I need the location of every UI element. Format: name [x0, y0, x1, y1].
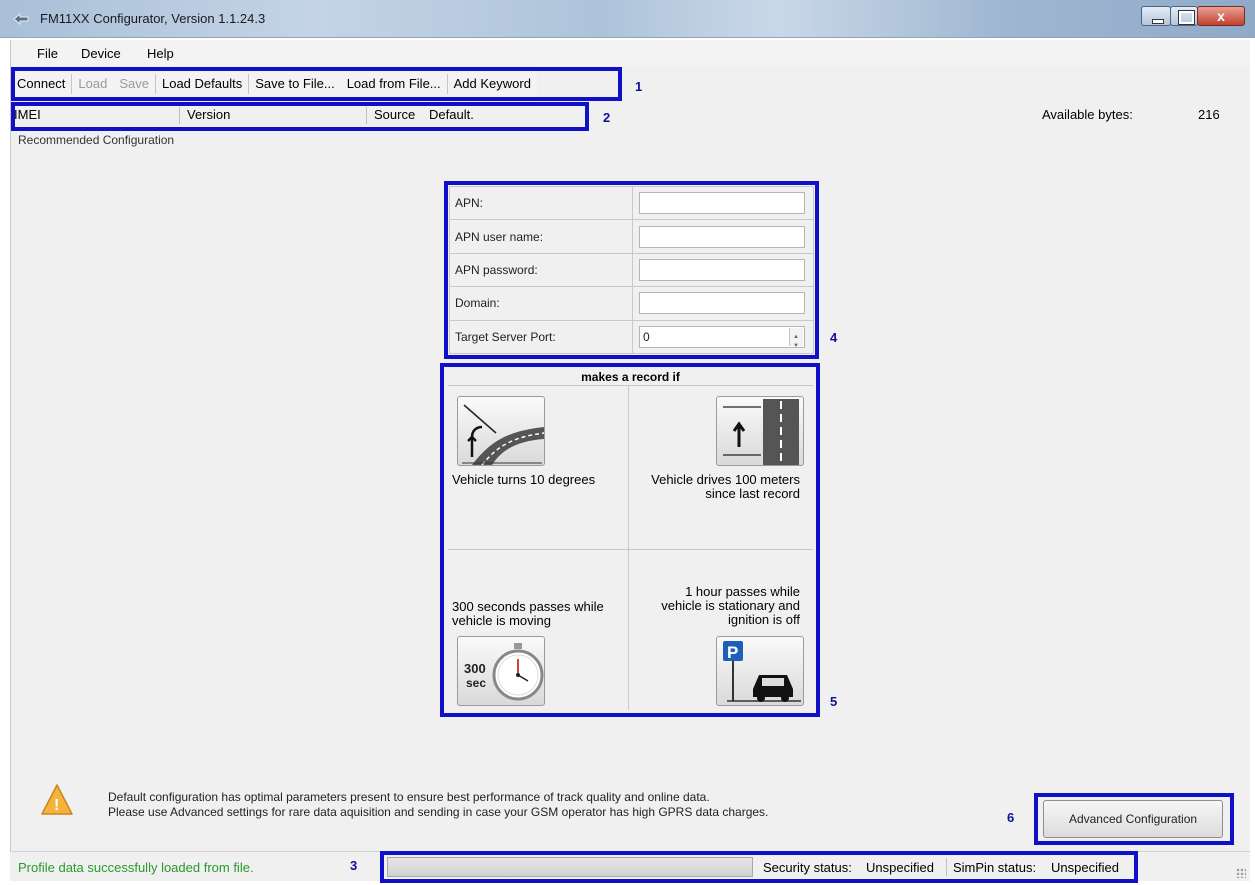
- turn-tile: [457, 396, 545, 466]
- record-conditions-panel: makes a record if Vehicle turns 10 degre…: [444, 366, 817, 714]
- domain-input[interactable]: [639, 292, 805, 315]
- parking-icon: P: [723, 641, 801, 702]
- road-curve-icon: [462, 404, 545, 466]
- distance-text-line1: Vehicle drives 100 meters: [651, 472, 800, 487]
- source-value: Default.: [429, 107, 474, 122]
- notice-line1: Default configuration has optimal parame…: [108, 790, 710, 804]
- imei-label: IMEI: [14, 107, 41, 122]
- load-button[interactable]: Load: [72, 74, 113, 94]
- close-icon: x: [1217, 8, 1225, 24]
- security-status-value: Unspecified: [866, 860, 934, 875]
- window-title: FM11XX Configurator, Version 1.1.24.3: [40, 11, 266, 26]
- time-text-line1: 300 seconds passes while: [452, 599, 604, 614]
- maximize-button[interactable]: [1170, 6, 1198, 26]
- maximize-icon: [1171, 7, 1197, 25]
- server-port-stepper[interactable]: 0: [639, 325, 805, 356]
- apn-username-label: APN user name:: [449, 219, 633, 254]
- device-info-bar: IMEI Version Source Default. Available b…: [11, 103, 1249, 127]
- timer-value-text: 300: [464, 661, 486, 676]
- menu-device[interactable]: Device: [81, 46, 121, 61]
- stopwatch-icon: 300 sec: [464, 643, 544, 701]
- divider: [448, 549, 813, 550]
- record-conditions-title: makes a record if: [581, 370, 680, 384]
- distance-tile: [716, 396, 804, 466]
- divider: [628, 385, 629, 710]
- callout-number-5: 5: [830, 694, 838, 709]
- domain-label: Domain:: [449, 286, 633, 321]
- timer-unit-text: sec: [466, 676, 486, 690]
- stop-condition-text: 1 hour passes while vehicle is stationar…: [628, 585, 800, 627]
- add-keyword-button[interactable]: Add Keyword: [448, 74, 537, 94]
- timer-tile: 300 sec: [457, 636, 545, 706]
- close-button[interactable]: x: [1197, 6, 1245, 26]
- toolbar: Connect Load Save Load Defaults Save to …: [11, 68, 537, 99]
- divider: [366, 107, 367, 124]
- distance-condition-text: Vehicle drives 100 meters since last rec…: [628, 473, 800, 501]
- divider: [179, 107, 180, 124]
- apn-settings-table: APN: APN user name: APN password: Domain…: [449, 185, 814, 356]
- warning-icon: !: [41, 784, 73, 815]
- load-defaults-button[interactable]: Load Defaults: [156, 73, 250, 94]
- apn-password-input[interactable]: [639, 258, 805, 281]
- callout-number-6: 6: [1007, 810, 1015, 825]
- stop-text-line1: 1 hour passes while: [685, 584, 800, 599]
- road-distance-icon: [723, 399, 799, 465]
- save-button[interactable]: Save: [113, 73, 156, 94]
- apn-label: APN:: [449, 185, 633, 221]
- menu-bar: File Device Help: [10, 40, 1250, 66]
- apn-password-label: APN password:: [449, 252, 633, 288]
- status-message: Profile data successfully loaded from fi…: [18, 860, 254, 875]
- callout-number-1: 1: [635, 79, 643, 94]
- default-config-notice: Default configuration has optimal parame…: [108, 790, 768, 820]
- load-from-file-button[interactable]: Load from File...: [341, 73, 448, 94]
- advanced-configuration-button[interactable]: Advanced Configuration: [1043, 800, 1223, 838]
- apn-input[interactable]: [639, 192, 805, 215]
- version-label: Version: [187, 107, 231, 122]
- notice-line2: Please use Advanced settings for rare da…: [108, 805, 769, 819]
- callout-number-3: 3: [350, 858, 358, 873]
- minimize-button[interactable]: [1141, 6, 1171, 26]
- parking-letter: P: [727, 643, 738, 662]
- parking-tile: P: [716, 636, 804, 706]
- source-label: Source: [374, 107, 416, 122]
- minimize-icon: [1142, 7, 1170, 25]
- status-bar: Profile data successfully loaded from fi…: [10, 851, 1250, 881]
- stop-text-line2: vehicle is stationary and: [661, 598, 800, 613]
- server-port-label: Target Server Port:: [449, 319, 633, 355]
- app-icon: [13, 12, 29, 26]
- time-text-line2: vehicle is moving: [452, 613, 551, 628]
- security-status-label: Security status:: [763, 860, 852, 875]
- available-bytes-value: 216: [1198, 107, 1220, 122]
- callout-number-4: 4: [830, 330, 838, 345]
- save-to-file-button[interactable]: Save to File...: [249, 74, 340, 94]
- time-condition-text: 300 seconds passes while vehicle is movi…: [452, 600, 604, 628]
- menu-file[interactable]: File: [37, 46, 58, 61]
- title-bar: FM11XX Configurator, Version 1.1.24.3 x: [0, 0, 1255, 38]
- simpin-status-label: SimPin status:: [953, 860, 1037, 875]
- apn-username-input[interactable]: [639, 225, 805, 248]
- available-bytes-label: Available bytes:: [1042, 107, 1133, 122]
- menu-help[interactable]: Help: [147, 46, 174, 61]
- divider: [946, 858, 947, 876]
- stop-text-line3: ignition is off: [727, 612, 800, 627]
- simpin-status-value: Unspecified: [1051, 860, 1119, 875]
- spinner-arrows-icon[interactable]: [789, 327, 803, 356]
- resize-grip-icon[interactable]: [1236, 868, 1246, 878]
- server-port-value: 0: [643, 329, 650, 344]
- turn-condition-text: Vehicle turns 10 degrees: [452, 472, 596, 487]
- callout-number-2: 2: [603, 110, 611, 125]
- distance-text-line2: since last record: [705, 486, 800, 501]
- progress-bar: [387, 857, 753, 877]
- connect-button[interactable]: Connect: [11, 73, 73, 94]
- warning-glyph: !: [54, 797, 59, 814]
- recommended-configuration-label: Recommended Configuration: [18, 133, 175, 147]
